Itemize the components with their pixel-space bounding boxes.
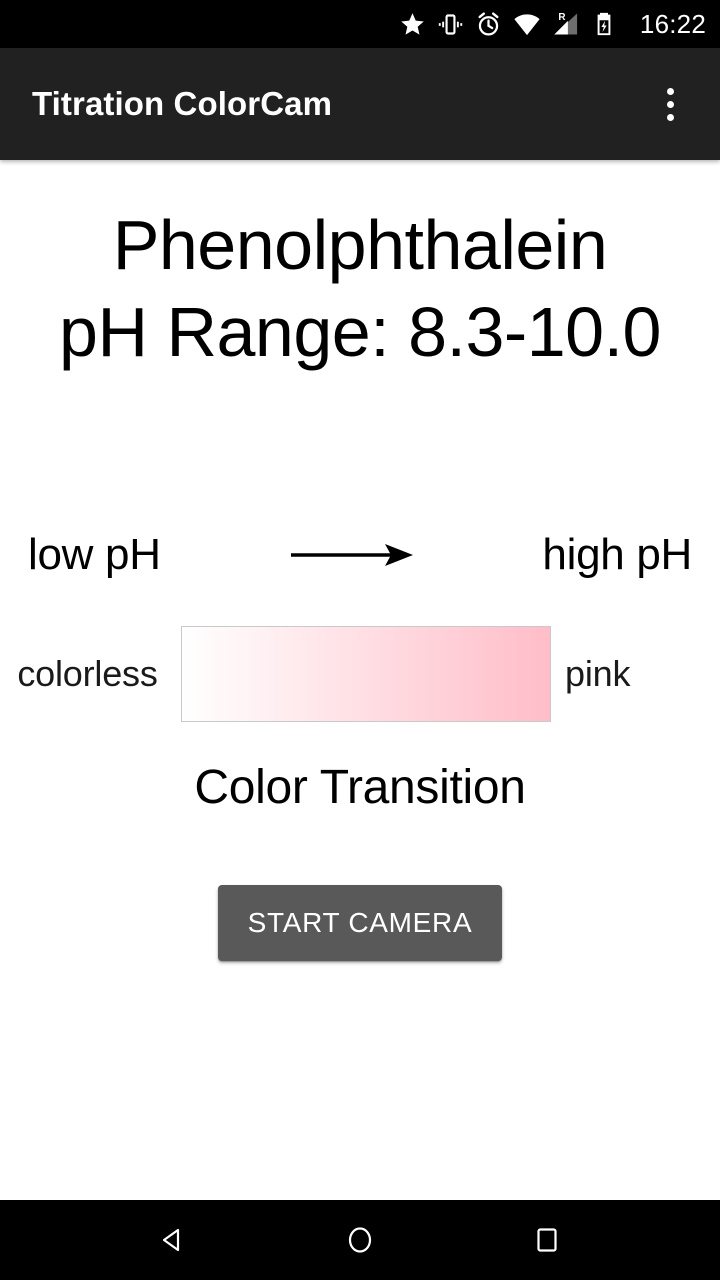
button-container: START CAMERA bbox=[0, 885, 720, 961]
overflow-dot bbox=[666, 100, 674, 108]
ph-direction-row: low pH high pH bbox=[0, 530, 720, 580]
vibrate-icon bbox=[437, 10, 464, 38]
nav-recents-button[interactable] bbox=[507, 1200, 587, 1280]
main-content: Phenolphthalein pH Range: 8.3-10.0 low p… bbox=[0, 160, 720, 1200]
ph-range-text: pH Range: 8.3-10.0 bbox=[59, 293, 661, 372]
page-title: Titration ColorCam bbox=[32, 85, 333, 122]
nav-home-button[interactable] bbox=[320, 1200, 400, 1280]
right-arrow-icon bbox=[287, 533, 417, 577]
status-bar: R 16:22 bbox=[0, 0, 720, 48]
start-camera-button[interactable]: START CAMERA bbox=[217, 885, 503, 961]
status-bar-icons: R 16:22 bbox=[399, 10, 706, 38]
pink-label: pink bbox=[565, 653, 631, 694]
low-ph-label: low pH bbox=[28, 530, 161, 579]
battery-charging-icon bbox=[591, 10, 617, 38]
overflow-dot bbox=[666, 113, 674, 121]
app-bar: Titration ColorCam bbox=[0, 48, 720, 160]
wifi-icon bbox=[513, 10, 541, 38]
indicator-heading: Phenolphthalein pH Range: 8.3-10.0 bbox=[0, 206, 720, 372]
high-ph-label: high pH bbox=[542, 530, 692, 579]
system-navigation-bar bbox=[0, 1200, 720, 1280]
colorless-label: colorless bbox=[17, 653, 158, 694]
star-icon bbox=[399, 10, 426, 38]
color-gradient-bar bbox=[181, 626, 551, 722]
svg-text:R: R bbox=[558, 12, 565, 23]
overflow-dot bbox=[666, 87, 674, 95]
color-transition-row: colorless pink bbox=[0, 626, 720, 722]
signal-roaming-icon: R bbox=[552, 10, 580, 38]
status-bar-clock: 16:22 bbox=[639, 9, 706, 39]
indicator-name: Phenolphthalein bbox=[112, 206, 608, 284]
nav-back-button[interactable] bbox=[133, 1200, 213, 1280]
overflow-menu-button[interactable] bbox=[642, 76, 698, 132]
color-transition-caption: Color Transition bbox=[194, 761, 526, 814]
alarm-icon bbox=[475, 10, 502, 38]
